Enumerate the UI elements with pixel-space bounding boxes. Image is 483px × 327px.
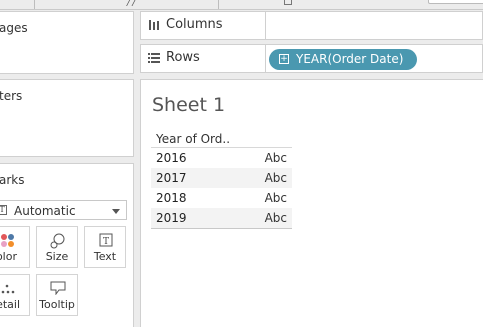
columns-shelf-label: Columns	[141, 12, 266, 39]
columns-icon	[149, 20, 159, 30]
toolbar-separator	[34, 0, 35, 9]
data-table: Year of Ord.. 2016 Abc 2017 Abc 2018 Abc…	[151, 130, 292, 229]
size-button[interactable]: Size	[36, 226, 78, 268]
tooltip-button[interactable]: Tooltip	[36, 274, 78, 316]
rows-shelf[interactable]: Rows + YEAR(Order Date)	[140, 44, 483, 73]
rows-icon	[148, 53, 160, 63]
text-mark-icon: T	[0, 205, 7, 215]
tooltip-icon	[37, 281, 77, 296]
row-value: Abc	[264, 191, 287, 205]
expand-plus-icon[interactable]: +	[279, 54, 289, 64]
table-row[interactable]: 2017 Abc	[151, 168, 292, 188]
pages-title: ages	[0, 21, 28, 35]
detail-label: etail	[0, 298, 20, 311]
year-order-date-pill[interactable]: + YEAR(Order Date)	[269, 49, 417, 70]
chevron-down-icon	[112, 209, 120, 214]
pill-label: YEAR(Order Date)	[296, 52, 404, 66]
row-year: 2017	[156, 171, 187, 185]
marks-title: arks	[0, 173, 25, 187]
table-row[interactable]: 2016 Abc	[151, 148, 292, 168]
columns-shelf[interactable]: Columns	[140, 11, 483, 40]
row-year: 2019	[156, 211, 187, 225]
color-button[interactable]: olor	[0, 226, 30, 268]
text-label: Text	[93, 250, 117, 263]
pages-panel: ages	[0, 11, 134, 74]
toolbar: ╱╱	[0, 0, 483, 10]
toolbar-partial-icon[interactable]: ╱╱	[126, 0, 137, 6]
detail-button[interactable]: etail	[0, 274, 30, 316]
filters-title: ters	[0, 89, 23, 103]
toolbar-partial-icon[interactable]	[284, 0, 292, 5]
row-year: 2016	[156, 151, 187, 165]
table-row[interactable]: 2019 Abc	[151, 208, 292, 228]
mark-type-value: Automatic	[14, 204, 76, 218]
row-value: Abc	[264, 171, 287, 185]
color-label: olor	[0, 250, 17, 263]
sheet-view: Sheet 1 Year of Ord.. 2016 Abc 2017 Abc …	[140, 79, 483, 327]
tooltip-label: Tooltip	[39, 298, 75, 311]
toolbar-separator	[218, 0, 219, 9]
column-header[interactable]: Year of Ord..	[151, 130, 292, 148]
table-row[interactable]: 2018 Abc	[151, 188, 292, 208]
text-button[interactable]: T Text	[84, 226, 126, 268]
row-year: 2018	[156, 191, 187, 205]
svg-text:T: T	[103, 237, 109, 247]
columns-label: Columns	[166, 17, 223, 32]
row-value: Abc	[264, 151, 287, 165]
text-icon: T	[85, 233, 125, 247]
table-bottom-border	[151, 228, 292, 229]
rows-shelf-label: Rows	[141, 45, 266, 72]
size-icon	[37, 233, 77, 249]
toolbar-dropdown[interactable]	[428, 0, 483, 4]
filters-panel: ters	[0, 79, 134, 157]
mark-type-dropdown[interactable]: T Automatic	[0, 200, 127, 220]
row-value: Abc	[264, 211, 287, 225]
sheet-title: Sheet 1	[152, 94, 226, 116]
size-label: Size	[45, 250, 69, 263]
detail-icon	[0, 281, 29, 295]
color-icon	[0, 233, 29, 247]
rows-label: Rows	[166, 50, 200, 65]
